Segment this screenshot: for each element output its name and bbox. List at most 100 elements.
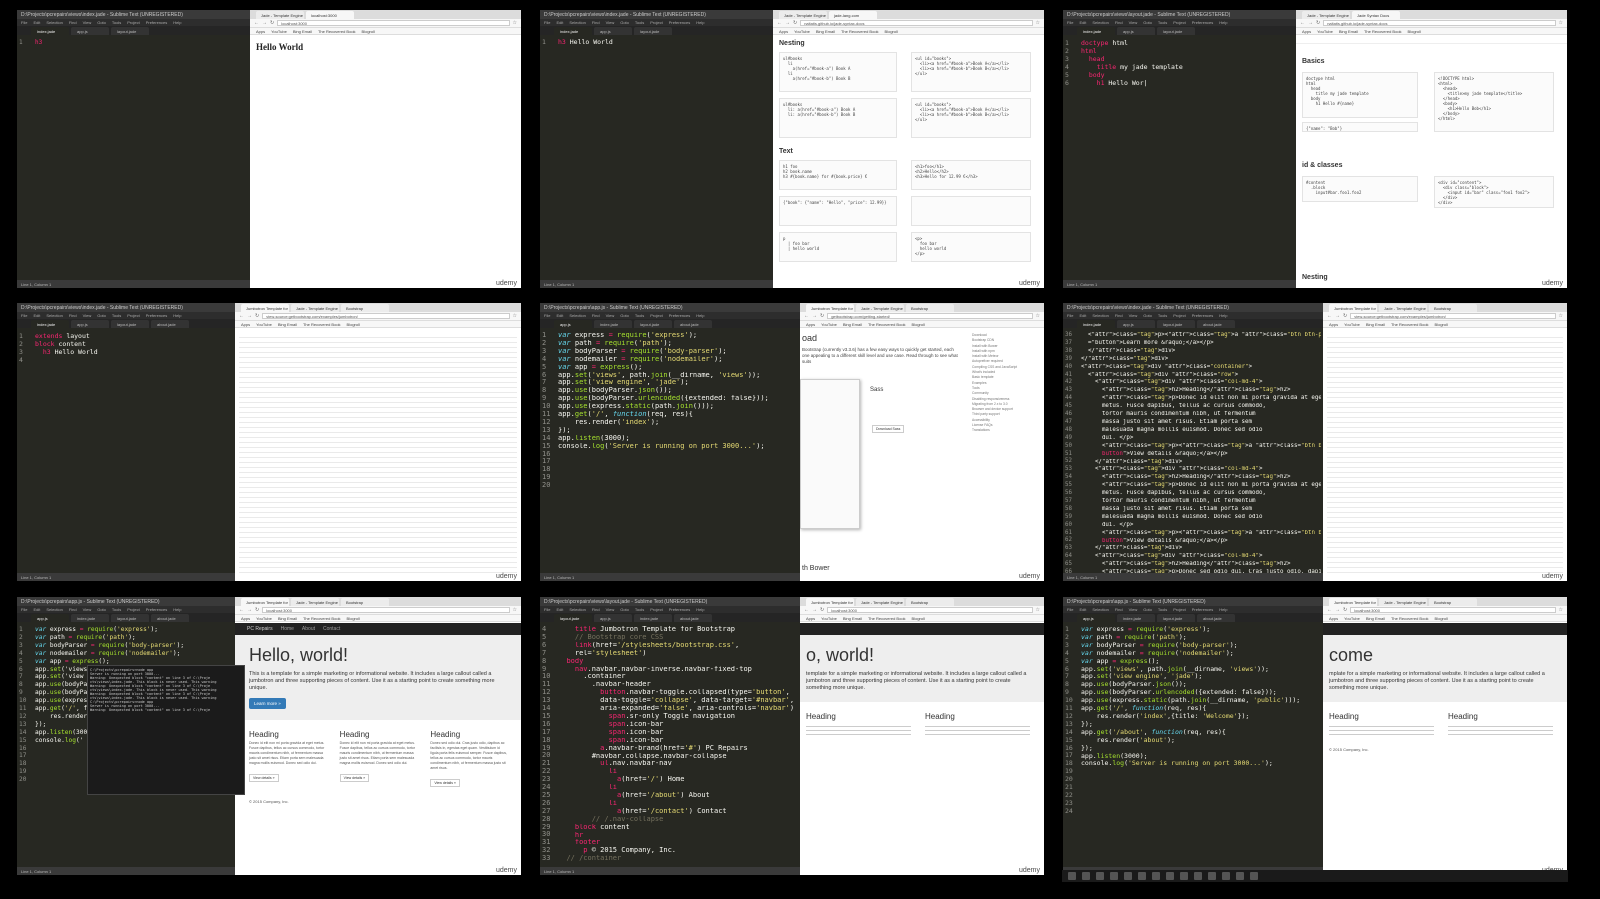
forward-icon[interactable]: → (262, 20, 267, 26)
browser-tab[interactable]: Jade - Template Engine (779, 11, 827, 19)
browser-tab[interactable]: Bootstrap (906, 598, 954, 606)
editor-tab[interactable]: index.jade (1117, 614, 1155, 622)
menu-item[interactable]: Tools (635, 20, 644, 25)
bookmark-item[interactable]: Apps (806, 616, 815, 621)
jade-code-box[interactable]: p | foo bar | hello world (779, 232, 897, 262)
menu-item[interactable]: Preferences (1192, 607, 1214, 612)
taskbar-app-icon[interactable] (1250, 872, 1258, 880)
browser-tab[interactable]: Jumbotron Template for Bootstrap (241, 304, 289, 312)
bookmark-star-icon[interactable]: ☆ (513, 313, 517, 319)
menu-item[interactable]: Project (650, 313, 662, 318)
editor-tab[interactable]: layout.jade (1157, 320, 1195, 328)
editor-tab[interactable]: app.js (554, 320, 592, 328)
command-prompt-console[interactable]: C:\Projects\pcrepairs>node app Server is … (87, 665, 245, 795)
learn-more-button[interactable]: Learn more » (249, 698, 286, 709)
taskbar-app-icon[interactable] (1068, 872, 1076, 880)
back-icon[interactable]: ← (239, 607, 244, 613)
back-icon[interactable]: ← (1300, 20, 1305, 26)
address-bar[interactable]: view-source:getbootstrap.com/examples/ju… (262, 313, 510, 319)
code-editor[interactable]: 36 37 38 39 40 41 42 43 44 45 46 47 48 49 50 51 52 53 54 55… (1063, 328, 1323, 573)
back-icon[interactable]: ← (239, 313, 244, 319)
menu-item[interactable]: Edit (556, 313, 563, 318)
bookmark-item[interactable]: Apps (779, 29, 788, 34)
bookmark-star-icon[interactable]: ☆ (1036, 20, 1040, 26)
bookmark-item[interactable]: YouTube (821, 322, 837, 327)
bookmark-star-icon[interactable]: ☆ (1036, 313, 1040, 319)
editor-tab[interactable]: about.jade (674, 614, 712, 622)
bookmark-star-icon[interactable]: ☆ (1036, 607, 1040, 613)
editor-tab[interactable]: index.jade (594, 320, 632, 328)
menu-item[interactable]: Selection (1092, 313, 1108, 318)
menu-item[interactable]: Project (650, 20, 662, 25)
menu-item[interactable]: Goto (1143, 313, 1152, 318)
menu-item[interactable]: Help (696, 313, 704, 318)
nav-link[interactable]: About (302, 626, 315, 632)
code-editor[interactable]: 1 2 3 4 5 6 7 8 9 10 11 12 13 14 15 16 17 18 19 20 var expre… (540, 328, 800, 573)
menu-item[interactable]: Tools (1158, 313, 1167, 318)
bookmark-item[interactable]: The Recovered Book (1391, 616, 1429, 621)
address-bar[interactable]: localhost:3000 (827, 607, 1033, 613)
editor-tab[interactable]: index.jade (634, 614, 672, 622)
downloads-popup[interactable] (800, 379, 860, 529)
browser-tab[interactable]: Bootstrap (341, 598, 389, 606)
bookmark-item[interactable]: Bing Email (843, 322, 862, 327)
forward-icon[interactable]: → (1335, 607, 1340, 613)
forward-icon[interactable]: → (812, 607, 817, 613)
bookmark-item[interactable]: Bing Email (1339, 29, 1358, 34)
jade-code-box[interactable]: h1 foo h2 book.name h3 #{book.name} for … (779, 160, 897, 190)
taskbar-app-icon[interactable] (1096, 872, 1104, 880)
editor-tab[interactable]: layout.jade (111, 320, 149, 328)
menu-item[interactable]: Edit (1079, 607, 1086, 612)
bookmark-item[interactable]: Apps (1329, 322, 1338, 327)
editor-tab[interactable]: layout.jade (634, 320, 672, 328)
menu-item[interactable]: Help (1219, 20, 1227, 25)
bookmark-item[interactable]: YouTube (256, 616, 272, 621)
code-editor[interactable]: 1 h3 (17, 35, 250, 280)
menu-item[interactable]: Help (1219, 607, 1227, 612)
browser-tab[interactable]: Bootstrap (906, 304, 954, 312)
menu-item[interactable]: File (544, 313, 550, 318)
reload-icon[interactable]: ↻ (793, 20, 797, 26)
editor-tab[interactable]: app.js (31, 614, 69, 622)
menu-item[interactable]: Goto (1143, 20, 1152, 25)
taskbar-app-icon[interactable] (1152, 872, 1160, 880)
forward-icon[interactable]: → (247, 313, 252, 319)
menu-item[interactable]: Help (696, 20, 704, 25)
editor-tab[interactable]: layout.jade (111, 614, 149, 622)
menu-item[interactable]: Project (1173, 313, 1185, 318)
bookmark-item[interactable]: The Recovered Book (1391, 322, 1429, 327)
jade-code-box[interactable]: ul#books li: a(href="#book-a") Book A li… (779, 98, 897, 138)
editor-tab[interactable]: index.jade (554, 27, 592, 35)
menu-item[interactable]: View (606, 20, 615, 25)
editor-tab[interactable]: about.jade (1197, 614, 1235, 622)
bookmark-item[interactable]: YouTube (271, 29, 287, 34)
navbar-brand[interactable]: PC Repairs (247, 626, 273, 632)
menu-item[interactable]: File (544, 20, 550, 25)
bookmark-item[interactable]: Blogroll (1435, 616, 1448, 621)
bookmark-item[interactable]: Bing Email (1366, 616, 1385, 621)
bookmark-item[interactable]: Bing Email (278, 322, 297, 327)
menu-item[interactable]: Preferences (669, 20, 691, 25)
menu-item[interactable]: Help (1219, 313, 1227, 318)
editor-tab[interactable]: app.js (594, 27, 632, 35)
menu-item[interactable]: Help (173, 313, 181, 318)
editor-tab[interactable]: layout.jade (1157, 27, 1195, 35)
menu-item[interactable]: View (83, 607, 92, 612)
menu-item[interactable]: Project (650, 607, 662, 612)
bookmark-item[interactable]: Blogroll (885, 29, 898, 34)
editor-tab[interactable]: index.jade (71, 614, 109, 622)
menu-item[interactable]: Find (69, 20, 77, 25)
menu-item[interactable]: Selection (569, 607, 585, 612)
bookmark-item[interactable]: Bing Email (816, 29, 835, 34)
browser-tab[interactable]: Jumbotron Template for Bootstrap (1329, 598, 1377, 606)
menu-item[interactable]: Find (592, 607, 600, 612)
back-icon[interactable]: ← (254, 20, 259, 26)
menu-item[interactable]: File (21, 313, 27, 318)
menu-item[interactable]: Find (69, 607, 77, 612)
browser-tab[interactable]: Jade - Template Engine (856, 304, 904, 312)
back-icon[interactable]: ← (1327, 313, 1332, 319)
back-icon[interactable]: ← (777, 20, 782, 26)
taskbar-app-icon[interactable] (1124, 872, 1132, 880)
editor-tab[interactable]: app.js (71, 320, 109, 328)
forward-icon[interactable]: → (1308, 20, 1313, 26)
